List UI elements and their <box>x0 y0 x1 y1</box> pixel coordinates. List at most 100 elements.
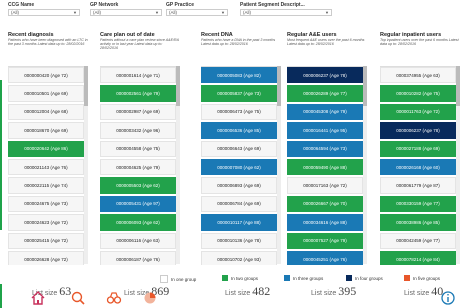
patient-row[interactable]: 0000064594 (Age 73) <box>287 140 363 157</box>
patient-row[interactable]: 0000045251 (Age 76) <box>287 250 363 265</box>
col-care-plan-out-of-date: Care plan out of date Patients without a … <box>100 32 180 298</box>
patient-row[interactable]: 0000006893 (Age 69) <box>201 177 277 194</box>
patient-row[interactable]: 0000025415 (Age 72) <box>8 232 84 249</box>
filter-ccg-name[interactable]: CCG Name (All) ▼ <box>8 2 80 16</box>
patient-row[interactable]: 0000004558 (Age 75) <box>100 140 176 157</box>
patient-row[interactable]: 0000006643 (Age 69) <box>201 140 277 157</box>
legend-five-groups: In five groups <box>404 275 440 281</box>
scrollbar[interactable] <box>277 66 281 264</box>
patient-row[interactable]: 0000078214 (Age 84) <box>380 250 456 265</box>
scrollbar-thumb[interactable] <box>456 66 460 106</box>
patient-list[interactable]: 0000006237 (Age 78) 0000026289 (Age 77) 00… <box>287 66 363 265</box>
patient-row[interactable]: 0000005503 (Age 62) <box>100 177 176 194</box>
patient-row[interactable]: 0000042459 (Age 77) <box>380 232 456 249</box>
patient-row[interactable]: 0000007080 (Age 62) <box>201 158 277 176</box>
filter-gp-practice[interactable]: GP Practice (All) ▼ <box>166 2 228 16</box>
search-icon[interactable] <box>70 290 86 306</box>
legend-one-group: In one group <box>160 275 196 283</box>
scrollbar-thumb[interactable] <box>277 66 281 106</box>
patient-row[interactable]: 0000006784 (Age 69) <box>201 195 277 213</box>
patient-row[interactable]: 0000374955 (Age 63) <box>380 67 456 84</box>
patient-row[interactable]: 0000003432 (Age 96) <box>100 122 176 139</box>
scrollbar[interactable] <box>176 66 180 264</box>
patient-list[interactable]: 0000005083 (Age 82) 0000005837 (Age 73) 00… <box>201 66 277 265</box>
filter-gp-network[interactable]: GP Network (All) ▼ <box>90 2 162 16</box>
legend-swatch <box>346 275 352 281</box>
patient-row[interactable]: 0000006187 (Age 76) <box>100 250 176 265</box>
legend-three-groups: In three groups <box>284 275 323 281</box>
patient-row[interactable]: 0000018670 (Age 69) <box>8 122 84 139</box>
patient-row[interactable]: 0000005083 (Age 82) <box>201 67 277 84</box>
legend-swatch <box>160 275 168 283</box>
patient-row[interactable]: 0000010136 (Age 78) <box>201 232 277 249</box>
patient-list[interactable]: 0000001614 (Age 71) 0000002561 (Age 79) 00… <box>100 66 176 265</box>
scrollbar-thumb[interactable] <box>363 66 367 106</box>
patient-row[interactable]: 0000027188 (Age 69) <box>380 140 456 157</box>
patient-row[interactable]: 0000002561 (Age 79) <box>100 85 176 102</box>
pie-chart-icon[interactable] <box>142 290 158 306</box>
filter-select[interactable]: (All) ▼ <box>90 9 162 16</box>
patient-row[interactable]: 0000017163 (Age 72) <box>287 177 363 194</box>
patient-row[interactable]: 0000002987 (Age 69) <box>100 103 176 121</box>
filter-label: GP Network <box>90 2 119 8</box>
patient-row[interactable]: 0000010702 (Age 93) <box>201 250 277 265</box>
filter-value: (All) <box>93 10 101 15</box>
filter-label: GP Practice <box>166 2 194 8</box>
patient-row[interactable]: 0000026289 (Age 77) <box>287 85 363 102</box>
patient-row[interactable]: 0000006473 (Age 75) <box>201 103 277 121</box>
patient-list[interactable]: 0000374955 (Age 63) 0000010282 (Age 75) 00… <box>380 66 456 265</box>
patient-row[interactable]: 0000038986 (Age 85) <box>380 214 456 231</box>
patient-row[interactable]: 0000005431 (Age 97) <box>100 195 176 213</box>
scrollbar[interactable] <box>456 66 460 264</box>
patient-row[interactable]: 0000022115 (Age 74) <box>8 177 84 194</box>
binoculars-icon[interactable] <box>106 290 122 306</box>
scrollbar[interactable] <box>363 66 367 264</box>
patient-row[interactable]: 0000011763 (Age 72) <box>380 103 456 121</box>
patient-row[interactable]: 0000021143 (Age 76) <box>8 158 84 176</box>
legend-swatch <box>222 275 228 281</box>
patient-row[interactable]: 0000007527 (Age 79) <box>287 232 363 249</box>
home-icon[interactable] <box>30 290 46 306</box>
legend-label: In two groups <box>231 275 259 281</box>
patient-row[interactable]: 0000001614 (Age 71) <box>100 67 176 84</box>
filter-select[interactable]: (All) ▼ <box>240 9 332 16</box>
scrollbar-thumb[interactable] <box>176 66 180 106</box>
filter-bar: CCG Name (All) ▼ GP Network (All) ▼ GP Pra… <box>8 2 462 30</box>
patient-row[interactable]: 0000026628 (Age 72) <box>8 250 84 265</box>
patient-row[interactable]: 0000010501 (Age 69) <box>8 85 84 102</box>
filter-select[interactable]: (All) ▼ <box>8 9 80 16</box>
col-recent-dna: Recent DNA Patients who have a DNA in the… <box>201 32 281 298</box>
filter-patient-segment[interactable]: Patient Segment Descript... (All) ▼ <box>240 2 332 16</box>
patient-row[interactable]: 0000004625 (Age 79) <box>100 158 176 176</box>
patient-row[interactable]: 0000000420 (Age 72) <box>8 67 84 84</box>
legend-label: In three groups <box>293 275 324 281</box>
patient-row[interactable]: 0000006237 (Age 78) <box>380 122 456 139</box>
patient-row[interactable]: 0000045308 (Age 79) <box>287 103 363 121</box>
patient-row[interactable]: 0000010117 (Age 88) <box>201 214 277 231</box>
scrollbar-thumb[interactable] <box>84 66 88 106</box>
patient-row[interactable]: 0000012004 (Age 68) <box>8 103 84 121</box>
patient-row[interactable]: 0000006116 (Age 63) <box>100 232 176 249</box>
patient-row[interactable]: 0000024623 (Age 72) <box>8 214 84 231</box>
patient-row[interactable]: 0000026667 (Age 70) <box>287 195 363 213</box>
info-icon[interactable] <box>440 290 456 306</box>
patient-row[interactable]: 0000061779 (Age 87) <box>380 177 456 194</box>
patient-row[interactable]: 0000020642 (Age 86) <box>8 140 84 157</box>
patient-row[interactable]: 0000006536 (Age 85) <box>201 122 277 139</box>
scrollbar[interactable] <box>84 66 88 264</box>
bottom-nav <box>0 288 462 308</box>
patient-list[interactable]: 0000000420 (Age 72) 0000010501 (Age 69) 00… <box>8 66 84 265</box>
patient-row[interactable]: 0000026168 (Age 60) <box>380 158 456 176</box>
patient-row[interactable]: 0000034616 (Age 88) <box>287 214 363 231</box>
patient-row[interactable]: 0000016441 (Age 95) <box>287 122 363 139</box>
patient-row[interactable]: 0000005837 (Age 73) <box>201 85 277 102</box>
filter-select[interactable]: (All) ▼ <box>166 9 228 16</box>
legend-label: In one group <box>171 276 197 282</box>
patient-row[interactable]: 0000010282 (Age 75) <box>380 85 456 102</box>
patient-row[interactable]: 0000330159 (Age 77) <box>380 195 456 213</box>
patient-row[interactable]: 0000006093 (Age 62) <box>100 214 176 231</box>
patient-row[interactable]: 0000059490 (Age 88) <box>287 158 363 176</box>
patient-row[interactable]: 0000006237 (Age 78) <box>287 67 363 84</box>
patient-row[interactable]: 0000024675 (Age 73) <box>8 195 84 213</box>
column-subtitle: Patients who have a DNA in the past 3 mo… <box>201 38 276 47</box>
